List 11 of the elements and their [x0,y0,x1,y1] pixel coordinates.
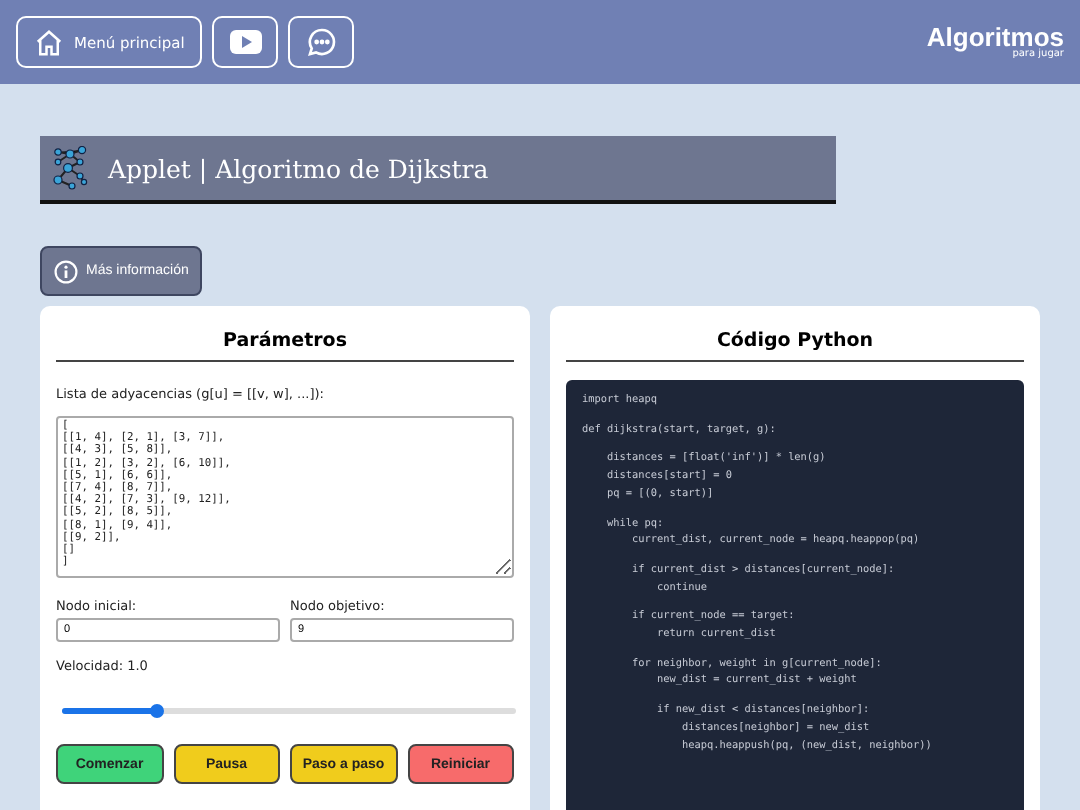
home-icon [34,27,64,57]
card-heading: Parámetros [56,330,514,362]
play-icon [229,30,262,54]
chat-button[interactable] [288,16,355,68]
card-heading: Código Python [566,330,1024,362]
video-button[interactable] [212,16,279,68]
logo-text: Algoritmos [926,24,1064,50]
chat-bubble-icon [305,26,338,58]
info-icon [54,259,78,283]
page-title: Applet | Algoritmo de Dijkstra [108,153,489,183]
speed-slider[interactable] [62,708,516,714]
